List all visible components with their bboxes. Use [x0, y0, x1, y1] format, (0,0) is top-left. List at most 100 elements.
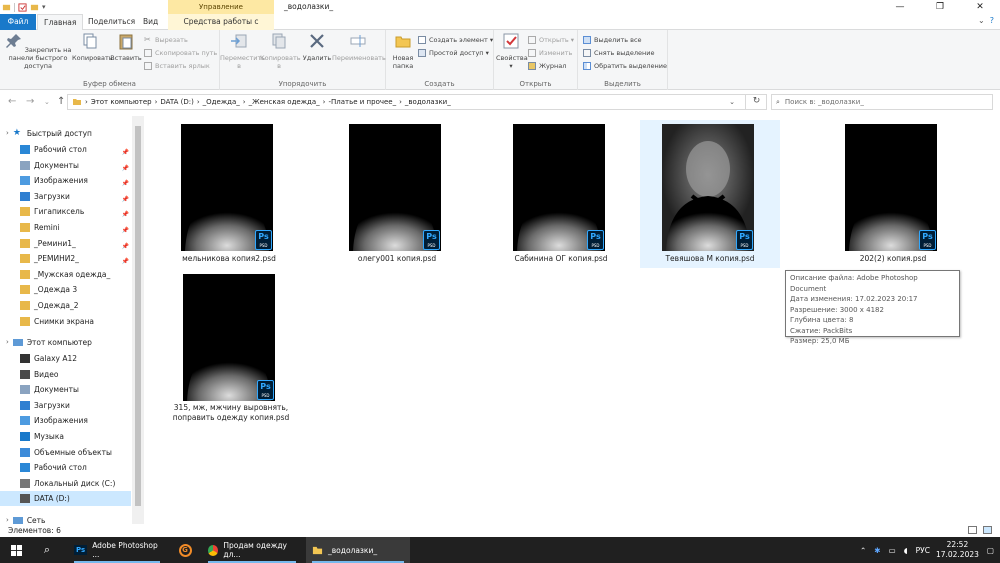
bluetooth-icon[interactable]: ✱: [874, 546, 880, 555]
start-button[interactable]: [0, 537, 32, 563]
properties-button[interactable]: Свойства ▾: [496, 32, 528, 70]
taskbar-chrome[interactable]: Продам одежду дл...: [202, 537, 302, 563]
new-item-button[interactable]: Создать элемент ▾: [418, 34, 493, 46]
nav-network[interactable]: › Сеть: [0, 513, 131, 524]
volume-icon[interactable]: ◖: [904, 546, 908, 555]
forward-icon[interactable]: →: [26, 96, 34, 107]
sidebar-item-pc[interactable]: DATA (D:): [0, 491, 131, 507]
search-button[interactable]: ⌕: [32, 537, 62, 563]
file-item[interactable]: Ps PSD Сабинина ОГ копия.psd: [491, 120, 631, 268]
file-item[interactable]: Ps PSD мельникова копия2.psd: [159, 120, 299, 268]
copy-path-button[interactable]: Скопировать путь: [144, 47, 217, 59]
breadcrumb-item[interactable]: _водолазки_: [405, 98, 451, 106]
sidebar-item-pc[interactable]: Изображения: [0, 413, 131, 428]
back-icon[interactable]: ←: [8, 96, 16, 107]
easy-access-button[interactable]: Простой доступ ▾: [418, 47, 489, 59]
edit-button[interactable]: Изменить: [528, 47, 572, 59]
breadcrumb-item[interactable]: _Одежда_: [203, 98, 240, 106]
tab-share[interactable]: Поделиться: [82, 14, 141, 30]
breadcrumb-item[interactable]: _Женская одежда_: [249, 98, 320, 106]
tab-file[interactable]: Файл: [0, 14, 36, 30]
help-icon[interactable]: ?: [990, 16, 994, 25]
clock[interactable]: 22:52 17.02.2023: [936, 540, 979, 560]
up-icon[interactable]: ↑: [57, 96, 65, 107]
sidebar-item-quick[interactable]: Гигапиксель 📌: [0, 204, 131, 219]
sidebar-item-quick[interactable]: _Одежда_2: [0, 298, 131, 313]
sidebar-item-quick[interactable]: _Мужская одежда_: [0, 267, 131, 282]
library-icon: [20, 416, 30, 426]
rename-button[interactable]: Переименовать: [332, 32, 386, 62]
select-none-button[interactable]: Снять выделение: [583, 47, 654, 59]
cut-button[interactable]: ✂ Вырезать: [144, 34, 188, 46]
history-button[interactable]: Журнал: [528, 60, 566, 72]
easy-access-icon: [418, 49, 426, 57]
paste-shortcut-button[interactable]: Вставить ярлык: [144, 60, 210, 72]
sidebar-item-pc[interactable]: Загрузки: [0, 398, 131, 413]
sidebar-item-quick[interactable]: Документы 📌: [0, 158, 131, 173]
qat-dropdown-icon[interactable]: ▾: [42, 3, 46, 11]
notification-icon[interactable]: ▢: [987, 546, 994, 555]
scrollbar-thumb[interactable]: [135, 126, 141, 506]
sidebar-item-quick[interactable]: Изображения 📌: [0, 173, 131, 188]
nav-this-pc[interactable]: › Этот компьютер: [0, 335, 131, 350]
sidebar-item-pc[interactable]: Galaxy A12: [0, 351, 131, 366]
sidebar-item-quick[interactable]: Снимки экрана: [0, 314, 131, 329]
tab-view[interactable]: Вид: [137, 14, 164, 30]
shield-g-icon: G: [178, 543, 192, 557]
refresh-button[interactable]: ↻: [745, 94, 767, 110]
new-folder-button[interactable]: Новая папка: [388, 32, 418, 70]
sidebar-item-pc[interactable]: Рабочий стол: [0, 460, 131, 475]
copy-to-button[interactable]: Копировать в: [260, 32, 301, 70]
recent-dropdown-icon[interactable]: ⌄: [44, 98, 50, 106]
sidebar-item-quick[interactable]: Загрузки 📌: [0, 189, 131, 204]
select-all-button[interactable]: Выделить все: [583, 34, 642, 46]
sidebar-item-pc[interactable]: Музыка: [0, 429, 131, 444]
sidebar-item-quick[interactable]: Рабочий стол 📌: [0, 142, 131, 157]
minimize-button[interactable]: —: [880, 0, 920, 14]
sidebar-item-pc[interactable]: Документы: [0, 382, 131, 397]
network-icon[interactable]: ▭: [889, 546, 896, 555]
sidebar-item-pc[interactable]: Локальный диск (C:): [0, 476, 131, 491]
tab-home[interactable]: Главная: [37, 14, 84, 31]
nav-quick-access[interactable]: › ★ Быстрый доступ: [0, 126, 131, 141]
invert-selection-button[interactable]: Обратить выделение: [583, 60, 667, 72]
taskbar-explorer[interactable]: _водолазки_: [306, 537, 410, 563]
nav-scrollbar[interactable]: [132, 116, 144, 524]
new-folder-icon[interactable]: [30, 3, 39, 12]
open-button[interactable]: Открыть ▾: [528, 34, 574, 46]
tab-picture-tools[interactable]: Средства работы с рисунками: [168, 14, 274, 42]
address-dropdown-icon[interactable]: ⌄: [729, 98, 735, 106]
file-item[interactable]: Ps PSD Тевяшова М копия.psd: [640, 120, 780, 268]
pin-button[interactable]: Закрепить на панели быстрого доступа: [3, 32, 73, 70]
file-item[interactable]: Ps PSD олегу001 копия.psd: [327, 120, 467, 268]
address-bar[interactable]: › Этот компьютер › DATA (D:) › _Одежда_ › _…: [67, 94, 767, 110]
move-to-button[interactable]: Переместить в: [220, 32, 265, 70]
sidebar-item-quick[interactable]: _Ремини1_ 📌: [0, 236, 131, 251]
chevron-up-icon[interactable]: ⌃: [860, 546, 866, 555]
breadcrumb-item[interactable]: DATA (D:): [160, 98, 193, 106]
search-input[interactable]: ⌕ Поиск в: _водолазки_: [771, 94, 993, 110]
paste-button[interactable]: Вставить: [108, 32, 144, 62]
file-item[interactable]: Ps PSD 315, мж, мжчину выровнять, поправит…: [161, 270, 301, 422]
sidebar-item-pc[interactable]: Объемные объекты: [0, 445, 131, 460]
maximize-button[interactable]: ❐: [920, 0, 960, 14]
close-button[interactable]: ✕: [960, 0, 1000, 14]
breadcrumb-item[interactable]: Этот компьютер: [91, 98, 152, 106]
search-icon: ⌕: [43, 543, 51, 556]
details-view-icon[interactable]: [968, 526, 977, 534]
large-icons-view-icon[interactable]: [983, 526, 992, 534]
delete-button[interactable]: Удалить: [300, 32, 334, 62]
chevron-down-icon[interactable]: ⌄: [978, 16, 985, 25]
properties-icon[interactable]: [18, 2, 27, 12]
taskbar-app-g[interactable]: G: [170, 537, 200, 563]
file-item[interactable]: Ps PSD 202(2) копия.psd: [823, 120, 963, 268]
taskbar-photoshop[interactable]: Ps Adobe Photoshop ...: [68, 537, 166, 563]
window-title: _водолазки_: [284, 2, 334, 11]
copy-button[interactable]: Копировать: [72, 32, 113, 62]
sidebar-item-quick[interactable]: Remini 📌: [0, 220, 131, 235]
language-indicator[interactable]: РУС: [916, 546, 930, 555]
sidebar-item-pc[interactable]: Видео: [0, 367, 131, 382]
sidebar-item-quick[interactable]: _РЕМИНИ2_ 📌: [0, 251, 131, 266]
breadcrumb-item[interactable]: -Платье и прочее_: [328, 98, 396, 106]
sidebar-item-quick[interactable]: _Одежда 3: [0, 282, 131, 297]
